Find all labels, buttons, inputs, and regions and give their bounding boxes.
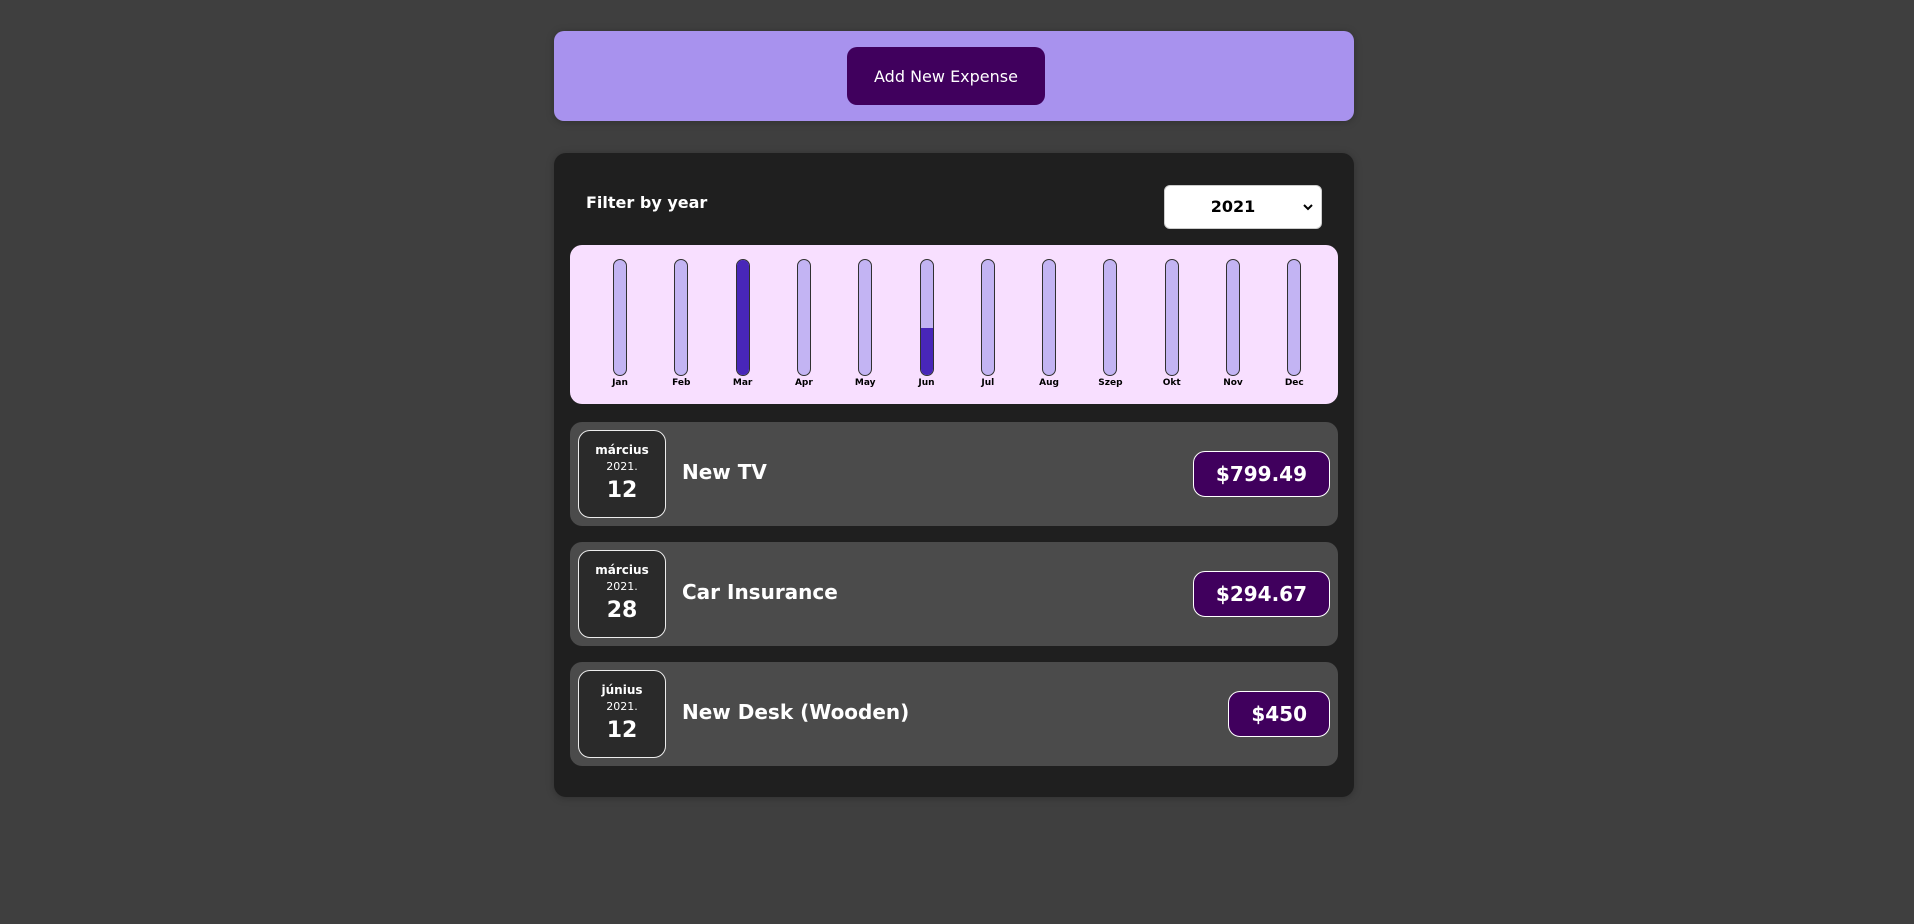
expense-date: június 2021. 12 (578, 670, 666, 758)
expense-title: New Desk (Wooden) (682, 700, 910, 724)
chart-bar-nov: Nov (1213, 259, 1253, 394)
chart-bar-label: Aug (1039, 378, 1059, 388)
chart-bar-label: Feb (672, 378, 691, 388)
expense-date-day: 12 (606, 718, 638, 743)
year-select[interactable]: 2021 (1164, 185, 1322, 229)
expense-date-month: március (595, 563, 649, 577)
chart-bar-track (858, 259, 873, 376)
chart-bar-label: Mar (732, 378, 753, 388)
expense-title: Car Insurance (682, 580, 838, 604)
chart-bar-label: Jan (612, 378, 628, 388)
chart-bar-label: Jun (918, 378, 935, 388)
chevron-down-icon (1303, 204, 1313, 211)
expense-date-year: 2021. (606, 460, 638, 473)
chart-bar-track (919, 259, 934, 376)
chart-bar-fill (920, 327, 933, 375)
chart-bar-label: Jul (981, 378, 995, 388)
expense-amount: $294.67 (1192, 571, 1330, 617)
expense-item: március 2021. 28 Car Insurance $294.67 (570, 542, 1338, 646)
expense-date-month: március (595, 443, 649, 457)
add-new-expense-button[interactable]: Add New Expense (847, 47, 1045, 105)
chart-bar-dec: Dec (1274, 259, 1314, 394)
chart-bar-aug: Aug (1029, 259, 1069, 394)
chart-bar-track (674, 259, 689, 376)
chart-bar-label: Szep (1098, 378, 1123, 388)
chart-bar-track (1042, 259, 1057, 376)
chart-bar-track (735, 259, 750, 376)
chart-bar-label: Okt (1162, 378, 1181, 388)
chart-bar-track (1226, 259, 1240, 376)
year-select-value: 2021 (1210, 197, 1256, 216)
expense-amount: $450 (1228, 691, 1330, 737)
chart-bar-apr: Apr (784, 259, 824, 394)
chart-bar-jan: Jan (600, 259, 640, 394)
expense-date-year: 2021. (606, 580, 638, 593)
chart-bar-track (1164, 259, 1179, 376)
expense-date-year: 2021. (606, 700, 638, 713)
expenses-panel: Filter by year 2021 Jan Feb Mar Apr May Jun Ju… (554, 153, 1354, 797)
chart-bar-track (796, 259, 811, 376)
chart-bar-mar: Mar (723, 259, 763, 394)
expenses-chart: Jan Feb Mar Apr May Jun Jul Aug Szep Okt Nov Dec (570, 245, 1338, 404)
chart-bar-jul: Jul (968, 259, 1008, 394)
chart-bar-label: Apr (794, 378, 813, 388)
expense-amount: $799.49 (1192, 451, 1330, 497)
chart-bar-track (1103, 259, 1118, 376)
expense-date-day: 12 (606, 478, 638, 503)
expense-date-day: 28 (606, 598, 638, 623)
chart-bar-jun: Jun (907, 259, 947, 394)
new-expense-panel: Add New Expense (554, 31, 1354, 121)
chart-bar-label: Dec (1284, 378, 1304, 388)
expense-date-month: június (601, 683, 643, 697)
chart-bar-track (613, 259, 627, 376)
chart-bar-may: May (845, 259, 885, 394)
expense-item: március 2021. 12 New TV $799.49 (570, 422, 1338, 526)
expense-date: március 2021. 12 (578, 430, 666, 518)
expense-item: június 2021. 12 New Desk (Wooden) $450 (570, 662, 1338, 766)
chart-bar-label: Nov (1223, 378, 1243, 388)
expense-title: New TV (682, 460, 767, 484)
chart-bar-track (980, 259, 995, 376)
expense-date: március 2021. 28 (578, 550, 666, 638)
chart-bar-track (1287, 259, 1302, 376)
chart-bar-feb: Feb (661, 259, 701, 394)
chart-bar-label: May (854, 378, 876, 388)
filter-label: Filter by year (586, 193, 708, 212)
chart-bar-szep: Szep (1090, 259, 1130, 394)
chart-bar-fill (736, 260, 749, 375)
chart-bar-okt: Okt (1152, 259, 1192, 394)
